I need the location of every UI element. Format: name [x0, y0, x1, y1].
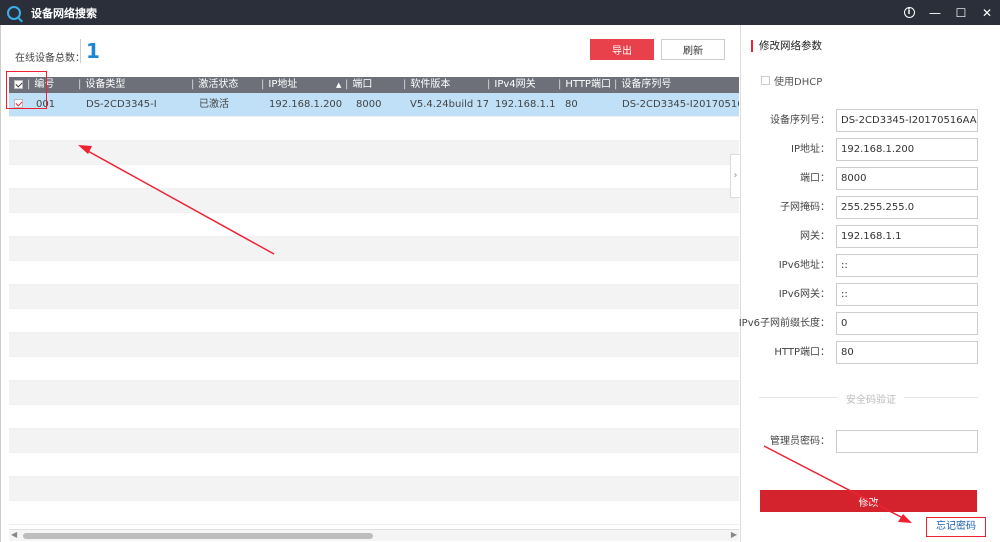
close-icon[interactable]: ✕ [974, 0, 1000, 25]
device-table: 编号 设备类型 激活状态 IP地址 ▲ 端口 软件版本 IPv4网关 HTTP端… [9, 77, 739, 527]
field-row-ipv6: IPv6地址： :: [741, 254, 1000, 277]
dhcp-label: 使用DHCP [774, 77, 823, 88]
ip-field[interactable]: 192.168.1.200 [836, 138, 978, 161]
window-controls: i — ☐ ✕ [896, 0, 1000, 25]
serial-field[interactable]: DS-2CD3345-I20170516AACH7629 [836, 109, 978, 132]
title-bar: 设备网络搜索 i — ☐ ✕ [0, 0, 1000, 25]
field-row-http-port: HTTP端口： 80 [741, 341, 1000, 364]
column-header-version[interactable]: 软件版本 [403, 77, 450, 93]
empty-row [9, 117, 739, 141]
ipv6-prefix-label: IPv6子网前缀长度： [738, 318, 830, 329]
panel-title: 修改网络参数 [751, 40, 822, 52]
field-row-admin-password: 管理员密码： [741, 430, 1000, 453]
empty-row [9, 309, 739, 333]
subnet-label: 子网掩码： [780, 202, 830, 213]
column-header-type[interactable]: 设备类型 [78, 77, 125, 93]
field-row-gateway: 网关： 192.168.1.1 [741, 225, 1000, 248]
admin-password-label: 管理员密码： [770, 436, 830, 447]
online-count-label: 在线设备总数： [15, 53, 85, 64]
scroll-right-icon[interactable]: ▶ [731, 530, 737, 539]
field-row-subnet: 子网掩码： 255.255.255.0 [741, 196, 1000, 219]
cell-serial: DS-2CD3345-I20170516AACH [622, 99, 739, 110]
search-app-icon [7, 5, 21, 20]
empty-row [9, 261, 739, 285]
scrollbar-thumb[interactable] [23, 533, 373, 539]
table-row[interactable]: 001 DS-2CD3345-I 已激活 192.168.1.200 8000 … [9, 93, 739, 117]
cell-ip: 192.168.1.200 [269, 99, 343, 110]
ipv6-gateway-label: IPv6网关： [778, 289, 830, 300]
http-port-label: HTTP端口： [774, 347, 830, 358]
forgot-password-link[interactable]: 忘记密码 [926, 517, 986, 537]
online-count-value: 1 [80, 39, 100, 63]
gateway-field[interactable]: 192.168.1.1 [836, 225, 978, 248]
cell-status: 已激活 [199, 99, 229, 110]
empty-row [9, 165, 739, 189]
empty-row [9, 453, 739, 477]
empty-row [9, 285, 739, 309]
ip-label: IP地址： [791, 144, 830, 155]
port-field[interactable]: 8000 [836, 167, 978, 190]
export-button[interactable]: 导出 [590, 39, 654, 60]
cell-port: 8000 [356, 99, 382, 110]
column-header-port[interactable]: 端口 [345, 77, 372, 93]
empty-row [9, 429, 739, 453]
info-icon[interactable]: i [896, 0, 922, 25]
column-header-gateway[interactable]: IPv4网关 [487, 77, 535, 93]
window-title: 设备网络搜索 [31, 6, 97, 20]
http-port-field[interactable]: 80 [836, 341, 978, 364]
field-row-ipv6-prefix: IPv6子网前缀长度： 0 [738, 312, 1000, 335]
ipv6-field[interactable]: :: [836, 254, 978, 277]
sort-asc-icon: ▲ [336, 81, 342, 89]
maximize-icon[interactable]: ☐ [948, 0, 974, 25]
admin-password-field[interactable] [836, 430, 978, 453]
horizontal-scrollbar[interactable]: ◀ ▶ [9, 529, 739, 541]
column-header-status[interactable]: 激活状态 [191, 77, 238, 93]
empty-row [9, 237, 739, 261]
dhcp-option[interactable]: 使用DHCP [761, 73, 822, 88]
cell-http: 80 [565, 99, 578, 110]
empty-row [9, 405, 739, 429]
port-label: 端口： [800, 173, 830, 184]
cell-gateway: 192.168.1.1 [495, 99, 556, 110]
ipv6-label: IPv6地址： [778, 260, 830, 271]
ipv6-prefix-field[interactable]: 0 [836, 312, 978, 335]
column-header-serial[interactable]: 设备序列号 [614, 77, 671, 93]
device-list-panel: 在线设备总数： 1 导出 刷新 编号 设备类型 激活状态 IP地址 ▲ 端口 软… [0, 25, 740, 542]
cell-version: V5.4.24build 170... [410, 99, 488, 110]
network-params-panel: 修改网络参数 使用DHCP 设备序列号： DS-2CD3345-I2017051… [738, 25, 1000, 542]
empty-row [9, 501, 739, 525]
field-row-ipv6-gateway: IPv6网关： :: [741, 283, 1000, 306]
scroll-left-icon[interactable]: ◀ [11, 530, 17, 539]
empty-row [9, 381, 739, 405]
column-header-ip[interactable]: IP地址 [261, 77, 297, 93]
modify-button[interactable]: 修改 [760, 490, 977, 512]
empty-row [9, 213, 739, 237]
empty-row [9, 477, 739, 501]
gateway-label: 网关： [800, 231, 830, 242]
annotation-highlight-box [6, 71, 47, 109]
empty-row [9, 141, 739, 165]
serial-label: 设备序列号： [770, 115, 830, 126]
subnet-field[interactable]: 255.255.255.0 [836, 196, 978, 219]
refresh-button[interactable]: 刷新 [661, 39, 725, 60]
empty-row [9, 357, 739, 381]
collapse-panel-icon[interactable]: › [730, 154, 740, 198]
empty-row [9, 333, 739, 357]
ipv6-gateway-field[interactable]: :: [836, 283, 978, 306]
table-header: 编号 设备类型 激活状态 IP地址 ▲ 端口 软件版本 IPv4网关 HTTP端… [9, 77, 739, 93]
dhcp-checkbox[interactable] [761, 76, 770, 85]
empty-row [9, 189, 739, 213]
minimize-icon[interactable]: — [922, 0, 948, 25]
cell-type: DS-2CD3345-I [86, 99, 157, 110]
field-row-port: 端口： 8000 [741, 167, 1000, 190]
column-header-http[interactable]: HTTP端口 [558, 77, 611, 93]
field-row-serial: 设备序列号： DS-2CD3345-I20170516AACH7629 [741, 109, 1000, 132]
field-row-ip: IP地址： 192.168.1.200 [741, 138, 1000, 161]
security-section-label: 安全码验证 [838, 391, 904, 406]
